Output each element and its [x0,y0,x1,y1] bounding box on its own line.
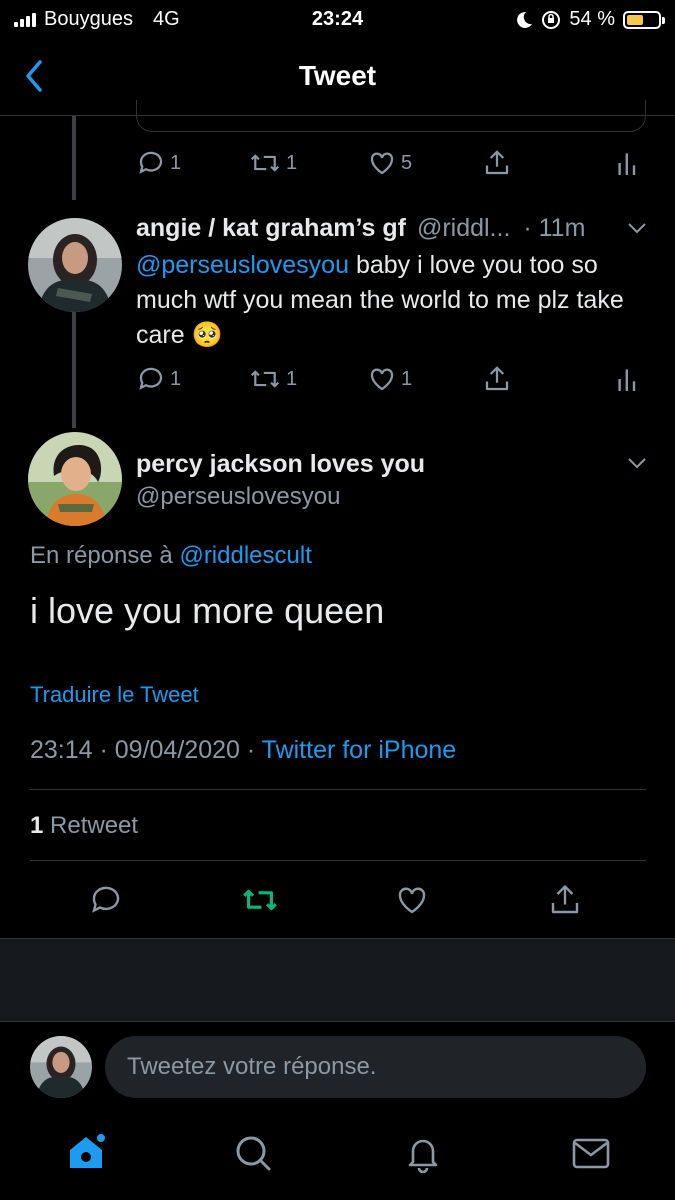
timestamp: 23:14 · 09/04/2020 · [30,736,256,764]
reply-button[interactable] [88,882,124,918]
author-name[interactable]: percy jackson loves you [136,450,425,479]
tweet-options-button[interactable] [626,455,648,471]
reply-button[interactable]: 1 [136,148,181,178]
retweet-icon [243,889,277,911]
analytics-button[interactable] [616,364,640,394]
search-icon [236,1136,271,1171]
tab-search[interactable] [233,1133,273,1173]
tweet-options-button[interactable] [626,220,648,236]
tab-messages[interactable] [571,1136,611,1172]
battery-icon [623,10,665,29]
share-icon [485,150,509,175]
like-icon [370,368,394,391]
like-button[interactable]: 5 [367,148,412,178]
like-icon [370,152,394,175]
rotation-lock-icon [542,10,561,29]
reply-prefix: En réponse à [30,542,173,569]
reply-icon [92,886,120,913]
divider [30,860,646,861]
retweet-button[interactable] [240,882,280,918]
chevron-down-icon [628,223,646,234]
home-icon [70,1134,105,1168]
quoted-tweet-card[interactable] [136,100,646,132]
reply-count: 1 [170,367,182,390]
moon-icon [517,11,533,28]
share-button[interactable] [482,148,512,178]
like-button[interactable] [394,882,430,918]
tweet-time: · 11m [523,214,586,242]
analytics-button[interactable] [616,148,640,178]
retweet-button[interactable]: 1 [248,148,297,178]
tab-notifications[interactable] [403,1133,443,1173]
retweet-count: 1 [286,151,298,174]
retweet-icon [250,154,280,172]
reply-to-link[interactable]: @riddlescult [179,542,311,569]
like-button[interactable]: 1 [367,364,412,394]
analytics-icon [618,369,636,391]
retweet-stats[interactable]: 1 Retweet [30,812,138,840]
retweet-count: 1 [286,367,298,390]
reply-count: 1 [170,151,182,174]
like-icon [398,887,426,914]
author-name[interactable]: angie / kat graham’s gf [136,214,406,242]
reply-input[interactable] [105,1036,646,1098]
reply-context: En réponse à @riddlescult [30,542,312,570]
messages-icon [572,1138,610,1169]
share-icon [485,366,509,391]
translate-link[interactable]: Traduire le Tweet [30,682,199,708]
tweet-text: i love you more queen [30,590,385,631]
like-count: 5 [401,151,413,174]
source-link[interactable]: Twitter for iPhone [262,736,457,764]
avatar[interactable] [28,432,122,526]
separator-band [0,938,675,1022]
avatar[interactable] [28,218,122,312]
like-count: 1 [401,367,413,390]
reply-icon [139,151,163,174]
battery-percent: 54 % [569,8,615,30]
tweet-meta: 23:14 · 09/04/2020 · Twitter for iPhone [30,736,456,765]
share-icon [551,885,579,914]
retweet-count: 1 [30,812,44,839]
analytics-icon [618,153,636,175]
mention-link[interactable]: @perseuslovesyou [136,251,349,279]
retweet-icon [250,370,280,388]
chevron-down-icon [628,458,646,469]
avatar[interactable] [30,1036,92,1098]
retweet-label: Retweet [50,812,139,839]
tab-home[interactable] [64,1130,108,1174]
retweet-button[interactable]: 1 [248,364,297,394]
author-handle[interactable]: @perseuslovesyou [136,483,340,511]
page-title: Tweet [298,60,377,91]
status-bar: Bouygues 4G 23:24 54 % [0,0,675,40]
tweet-text: @perseuslovesyou baby i love you too so … [136,248,656,353]
reply-button[interactable]: 1 [136,364,181,394]
share-button[interactable] [547,882,583,918]
divider [30,789,646,790]
share-button[interactable] [482,364,512,394]
notifications-icon [408,1139,438,1173]
reply-composer[interactable] [105,1036,646,1098]
author-handle[interactable]: @riddl... [417,214,510,242]
reply-icon [139,367,163,390]
